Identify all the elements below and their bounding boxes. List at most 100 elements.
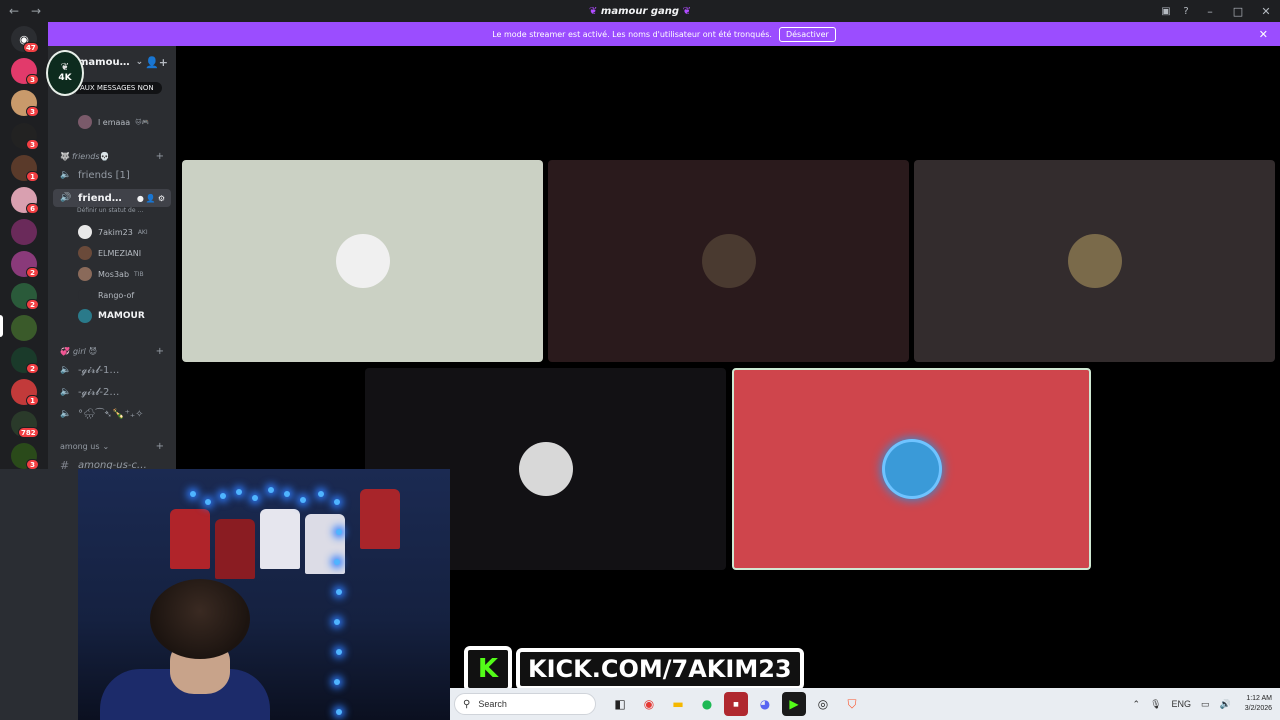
voice-user-name: ELMEZIANI bbox=[98, 248, 142, 258]
server-unread-badge: 3 bbox=[26, 106, 39, 117]
participant-tile[interactable] bbox=[914, 160, 1275, 362]
server-icon[interactable]: 6 bbox=[11, 187, 39, 214]
microphone-icon[interactable]: 🎙 bbox=[1150, 699, 1161, 710]
kick-logo: K bbox=[464, 646, 512, 692]
brave-icon[interactable]: ⛉ bbox=[840, 692, 864, 716]
led-light bbox=[334, 559, 340, 565]
spotify-icon[interactable]: ● bbox=[695, 692, 719, 716]
participant-avatar bbox=[884, 442, 939, 496]
server-icon[interactable] bbox=[11, 315, 37, 341]
chevron-up-icon[interactable]: ⌃ bbox=[1133, 699, 1141, 710]
server-icon[interactable]: 3 bbox=[11, 123, 39, 150]
server-unread-badge: 1 bbox=[26, 171, 39, 182]
led-light bbox=[336, 709, 342, 715]
category-girl[interactable]: 💞 girl 😈 + bbox=[48, 344, 176, 358]
add-channel-icon[interactable]: + bbox=[156, 346, 164, 357]
server-icon[interactable]: 1 bbox=[11, 155, 39, 182]
voice-user-name: 7akim23 bbox=[98, 227, 133, 237]
led-light bbox=[334, 619, 340, 625]
led-light bbox=[336, 589, 342, 595]
channel-girl-2[interactable]: 🔈 -𝓰𝓲𝓻𝓵-2… bbox=[48, 382, 176, 402]
server-icon[interactable]: 3 bbox=[11, 443, 39, 470]
speaker-icon: 🔈 bbox=[60, 387, 72, 397]
server-icon[interactable]: 3 bbox=[11, 58, 39, 85]
voice-user-name: MAMOUR bbox=[98, 311, 145, 321]
help-icon[interactable]: ? bbox=[1176, 0, 1196, 22]
wolf-icon: 🐺 bbox=[60, 151, 70, 161]
participant-avatar bbox=[518, 442, 573, 496]
participant-avatar bbox=[335, 234, 390, 288]
taskbar-search[interactable]: ⚲ Search bbox=[454, 693, 596, 715]
voice-user[interactable]: 7akim23 AKI bbox=[48, 222, 176, 242]
discord-icon[interactable]: ◕ bbox=[753, 692, 777, 716]
server-icon[interactable]: 1 bbox=[11, 379, 39, 406]
led-light bbox=[205, 499, 211, 505]
server-icon[interactable] bbox=[11, 219, 37, 245]
jersey-image bbox=[170, 509, 210, 569]
disable-streamer-mode-button[interactable]: Désactiver bbox=[778, 26, 836, 42]
led-light bbox=[336, 649, 342, 655]
server-unread-badge: 2 bbox=[26, 299, 39, 310]
voice-user-top[interactable]: l emaaa 🐱🎮 bbox=[48, 112, 176, 132]
server-unread-badge: 2 bbox=[26, 363, 39, 374]
close-button[interactable]: ✕ bbox=[1252, 0, 1280, 22]
voice-user[interactable]: MAMOUR bbox=[48, 306, 176, 326]
language-indicator[interactable]: ENG bbox=[1172, 699, 1192, 709]
category-friends[interactable]: 🐺 friends 💀 + bbox=[48, 149, 176, 163]
gem-icon: ❦ bbox=[682, 5, 691, 17]
jersey-image bbox=[215, 519, 255, 579]
server-icon[interactable]: 3 bbox=[11, 90, 39, 117]
close-icon[interactable]: ✕ bbox=[1259, 28, 1268, 41]
channel-misc[interactable]: 🔈 °🌧⁀➴🍾⁺₊✧ bbox=[48, 404, 176, 424]
server-icon[interactable]: 2 bbox=[11, 251, 39, 278]
category-among-us[interactable]: among us ⌄ + bbox=[48, 439, 176, 453]
chevron-down-icon: ⌄ bbox=[135, 57, 144, 67]
unread-messages-pill[interactable]: AUX MESSAGES NON bbox=[76, 82, 162, 94]
minimize-button[interactable]: – bbox=[1196, 0, 1224, 22]
obs-icon[interactable]: ◎ bbox=[811, 692, 835, 716]
voice-status-hint[interactable]: Définir un statut de … bbox=[77, 207, 143, 214]
channel-friends-voice[interactable]: 🔊 friend… ●👤⚙ bbox=[53, 189, 171, 207]
wings-icon: ❦ bbox=[60, 62, 70, 73]
clock[interactable]: 1:12 AM 3/2/2026 bbox=[1245, 694, 1272, 714]
add-channel-icon[interactable]: + bbox=[156, 151, 164, 162]
chrome-icon[interactable]: ◉ bbox=[637, 692, 661, 716]
channel-friends-text[interactable]: 🔈 friends [1] bbox=[48, 165, 176, 185]
participant-tile[interactable] bbox=[182, 160, 543, 362]
led-light bbox=[284, 491, 290, 497]
direct-messages-button[interactable]: ◉ 47 bbox=[11, 26, 39, 53]
dm-unread-badge: 47 bbox=[23, 42, 39, 53]
maximize-button[interactable]: □ bbox=[1224, 0, 1252, 22]
led-light bbox=[252, 495, 258, 501]
speaker-icon: 🔈 bbox=[60, 409, 72, 419]
inbox-icon[interactable]: ▣ bbox=[1156, 0, 1176, 22]
server-unread-badge: 3 bbox=[26, 74, 39, 85]
jersey-image bbox=[305, 514, 345, 574]
server-unread-badge: 1 bbox=[26, 395, 39, 406]
add-channel-icon[interactable]: + bbox=[156, 441, 164, 452]
voice-user[interactable]: ELMEZIANI bbox=[48, 243, 176, 263]
avatar bbox=[78, 246, 92, 260]
server-unread-badge: 6 bbox=[26, 203, 39, 214]
guild-logo[interactable]: ❦ 4K bbox=[46, 50, 84, 96]
skull-icon: 💀 bbox=[99, 151, 110, 161]
participant-tile[interactable] bbox=[548, 160, 909, 362]
channel-tools-icons[interactable]: ●👤⚙ bbox=[137, 194, 167, 203]
voice-user[interactable]: Mos3ab TIB bbox=[48, 264, 176, 284]
invite-people-icon[interactable]: 👤+ bbox=[145, 56, 168, 69]
channel-girl-1[interactable]: 🔈 -𝓰𝓲𝓻𝓵-1… bbox=[48, 360, 176, 380]
server-icon[interactable]: 782 bbox=[11, 411, 39, 438]
led-light bbox=[268, 487, 274, 493]
window-titlebar: ← → ❦ mamour gang ❦ ▣ ? – □ ✕ bbox=[0, 0, 1280, 22]
voice-user[interactable]: Rango-of bbox=[48, 285, 176, 305]
server-unread-badge: 2 bbox=[26, 267, 39, 278]
kick-app-icon[interactable]: ▶ bbox=[782, 692, 806, 716]
file-explorer-icon[interactable]: ▬ bbox=[666, 692, 690, 716]
network-icon[interactable]: ▭ bbox=[1201, 699, 1210, 710]
task-view-icon[interactable]: ◧ bbox=[608, 692, 632, 716]
volume-icon[interactable]: 🔊 bbox=[1220, 699, 1231, 710]
server-icon[interactable]: 2 bbox=[11, 283, 39, 310]
participant-tile[interactable] bbox=[732, 368, 1091, 570]
app-icon[interactable]: ■ bbox=[724, 692, 748, 716]
server-icon[interactable]: 2 bbox=[11, 347, 39, 374]
